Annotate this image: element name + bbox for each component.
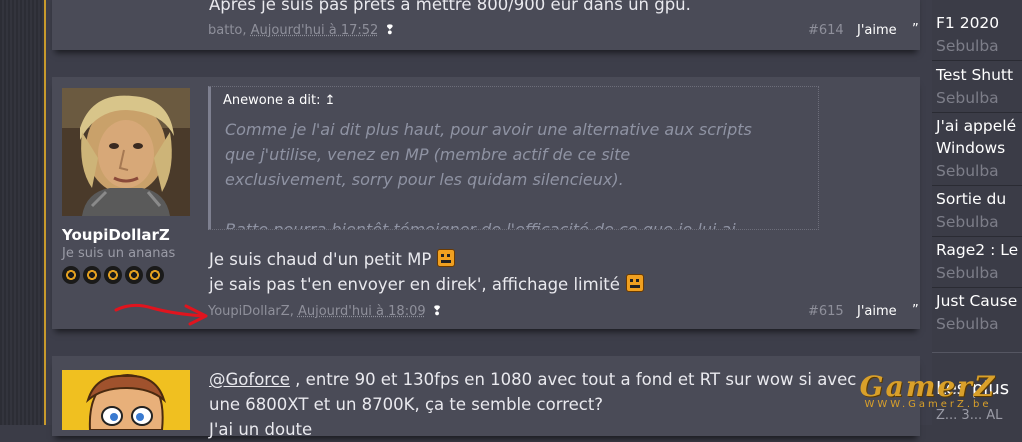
divider — [932, 112, 1022, 113]
avatar[interactable] — [62, 370, 190, 430]
smiley-icon — [437, 249, 456, 267]
sidebar-thread-author[interactable]: Sebulba — [936, 37, 999, 55]
sidebar-thread-title[interactable]: Rage2 : Le — [936, 241, 1018, 259]
quote-line: Batto pourra bientôt témoigner de l'effi… — [225, 220, 736, 230]
sidebar-thread-title-line2[interactable]: Windows — [936, 139, 1005, 157]
reply-quote-icon[interactable]: ” — [912, 303, 919, 318]
sidebar-thread-author[interactable]: Sebulba — [936, 315, 999, 333]
avatar[interactable] — [62, 88, 190, 216]
post-615-line-2: je sais pas t'en envoyer en direk', affi… — [209, 272, 644, 297]
divider — [932, 287, 1022, 288]
radiation-badge-icon — [104, 266, 122, 284]
post-line-text: Je suis chaud d'un petit MP — [209, 250, 432, 269]
avatar-image — [62, 370, 190, 430]
sidebar-thread-title[interactable]: F1 2020 — [936, 14, 999, 32]
post-615-meta: YoupiDollarZ, Aujourd'hui à 18:09 ❢ — [208, 304, 443, 319]
radiation-badge-icon — [125, 266, 143, 284]
sidebar-thread-title[interactable]: Sortie du — [936, 190, 1006, 208]
post-date-link[interactable]: Aujourd'hui à 18:09 — [298, 304, 426, 319]
quote-block: Anewone a dit: ↥ Comme je l'ai dit plus … — [208, 86, 819, 230]
report-icon[interactable]: ❢ — [432, 304, 443, 319]
like-button[interactable]: J'aime — [857, 23, 897, 38]
avatar-image — [62, 88, 190, 216]
left-page-border — [0, 0, 46, 425]
user-badges — [62, 266, 164, 284]
site-watermark: GamerZ WWW.GamerZ.be — [838, 370, 1018, 410]
quote-author[interactable]: Anewone a dit: ↥ — [223, 93, 336, 108]
sidebar-thread-title[interactable]: Just Cause — [936, 292, 1017, 310]
report-icon[interactable]: ❢ — [384, 23, 395, 38]
sidebar-thread-author[interactable]: Sebulba — [936, 162, 999, 180]
sidebar-thread-title[interactable]: Test Shutt — [936, 66, 1013, 84]
red-annotation-arrow — [114, 303, 208, 326]
post-line-text: , entre 90 et 130fps en 1080 avec tout a… — [289, 370, 857, 389]
post-number-link[interactable]: #614 — [808, 23, 844, 38]
divider — [932, 352, 1022, 353]
quote-line: Comme je l'ai dit plus haut, pour avoir … — [225, 120, 752, 139]
divider — [932, 60, 1022, 61]
mention-link[interactable]: @Goforce — [209, 370, 290, 389]
user-title: Je suis un ananas — [62, 246, 176, 261]
radiation-badge-icon — [146, 266, 164, 284]
post-next-line-3: J'ai un doute — [209, 420, 313, 439]
post-615-line-1: Je suis chaud d'un petit MP — [209, 247, 456, 272]
quote-author-label[interactable]: Anewone a dit: — [223, 93, 321, 108]
quote-line — [225, 192, 815, 217]
divider — [932, 185, 1022, 186]
quote-text: Comme je l'ai dit plus haut, pour avoir … — [225, 117, 815, 230]
post-614-meta: batto, Aujourd'hui à 17:52 ❢ — [208, 23, 396, 38]
sidebar-thread-author[interactable]: Sebulba — [936, 264, 999, 282]
sidebar-thread-title[interactable]: J'ai appelé — [936, 117, 1016, 135]
post-date-link[interactable]: Aujourd'hui à 17:52 — [251, 23, 379, 38]
post-author-link[interactable]: batto — [208, 23, 242, 38]
sidebar-recent-threads: F1 2020 Sebulba Test Shutt Sebulba J'ai … — [932, 0, 1022, 425]
like-button[interactable]: J'aime — [857, 304, 897, 319]
quote-line: exclusivement, sorry pour les quidam sil… — [225, 170, 624, 189]
divider — [932, 236, 1022, 237]
radiation-badge-icon — [62, 266, 80, 284]
post-number-link[interactable]: #615 — [808, 304, 844, 319]
jump-to-quote-icon[interactable]: ↥ — [325, 93, 336, 108]
reply-quote-icon[interactable]: ” — [912, 22, 919, 37]
post-line-text: je sais pas t'en envoyer en direk', affi… — [209, 275, 620, 294]
post-next-line-1: @Goforce , entre 90 et 130fps en 1080 av… — [209, 367, 856, 392]
sidebar-thread-author[interactable]: Sebulba — [936, 213, 999, 231]
username-link[interactable]: YoupiDollarZ — [62, 226, 170, 244]
post-next-line-2: une 6800XT et un 8700K, ça te semble cor… — [209, 395, 604, 414]
quote-line: que j'utilise, venez en MP (membre actif… — [225, 145, 631, 164]
post-author-link[interactable]: YoupiDollarZ — [208, 304, 290, 319]
smiley-icon — [625, 274, 644, 292]
sidebar-thread-author[interactable]: Sebulba — [936, 89, 999, 107]
watermark-url: WWW.GamerZ.be — [864, 399, 992, 410]
sidebar-section-sub: Z... 3... AL — [936, 408, 1003, 423]
radiation-badge-icon — [83, 266, 101, 284]
post-614-text: Apres je suis pas prets a mettre 800/900… — [209, 0, 691, 14]
